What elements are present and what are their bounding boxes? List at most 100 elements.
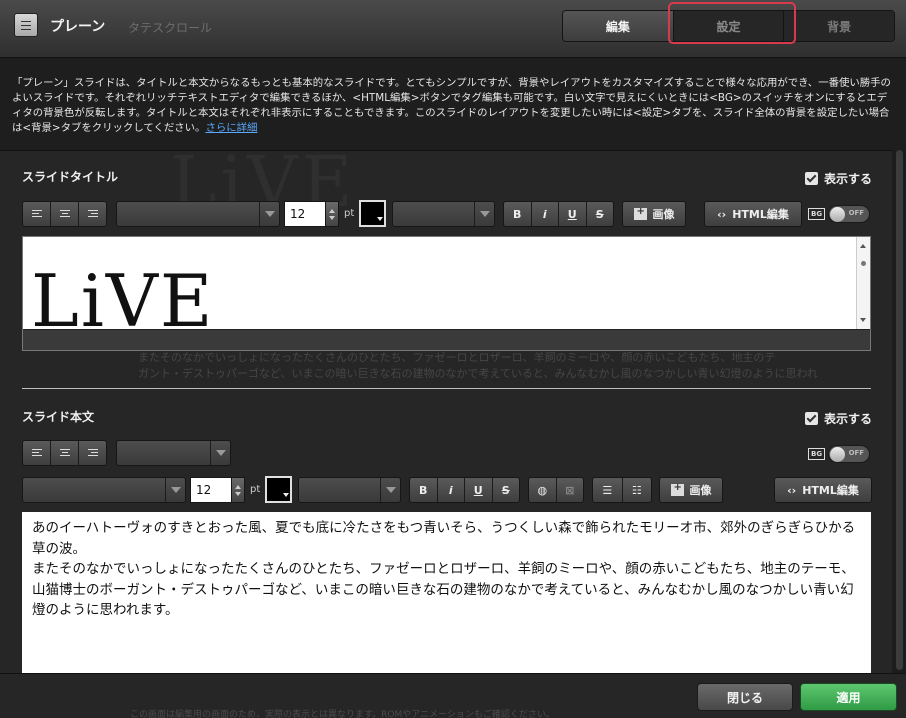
body-html-edit-button[interactable]: ‹› HTML編集 (774, 477, 872, 503)
section-divider (22, 388, 871, 389)
body-align-group (22, 440, 107, 466)
strikethrough-button[interactable]: S (587, 202, 614, 226)
body-font-select[interactable] (22, 477, 186, 503)
scroll-up-icon[interactable] (860, 241, 866, 248)
chevron-down-icon (259, 202, 279, 226)
title-align-group (22, 201, 107, 227)
more-details-link[interactable]: さらに詳細 (205, 122, 257, 134)
body-font-size-stepper[interactable] (231, 477, 245, 503)
title-editor-content[interactable]: LiVE (31, 265, 214, 337)
body-section-label: スライド本文 (22, 410, 95, 424)
chevron-down-icon (474, 202, 494, 226)
scroll-thumb[interactable] (861, 261, 866, 266)
slide-description: 「プレーン」スライドは、タイトルと本文からなるもっとも基本的なスライドです。とて… (0, 58, 906, 150)
body-paragraph[interactable]: あのイーハトーヴォのすきとおった風、夏でも底に冷たさをもつ青いそら、うつくしい森… (32, 518, 861, 559)
menu-icon[interactable] (14, 13, 38, 37)
switch-off-label: OFF (848, 209, 865, 217)
body-font-size-input[interactable]: 12 (190, 477, 232, 503)
title-editor-scrollbar[interactable] (856, 237, 870, 329)
body-image-button[interactable]: 画像 (659, 477, 723, 503)
background-slide-title: タテスクロール (128, 21, 213, 35)
title-show-checkbox[interactable]: 表示する (805, 170, 872, 187)
title-html-edit-button[interactable]: ‹› HTML編集 (704, 201, 802, 227)
align-right-icon (87, 449, 98, 457)
background-preview-line: またそのなかでいっしょになったたくさんのひとたち、ファゼーロとロザーロ、羊飼のミ… (138, 351, 776, 364)
title-font-size-stepper[interactable] (325, 201, 339, 227)
title-image-label: 画像 (652, 208, 675, 221)
link-button[interactable]: ◍ (529, 478, 557, 502)
panel-scrollbar[interactable] (893, 150, 906, 673)
title-style-select[interactable] (392, 201, 495, 227)
checkbox-checked-icon[interactable] (805, 412, 818, 425)
code-icon: ‹› (717, 207, 727, 221)
italic-button[interactable]: i (438, 478, 465, 502)
bold-button[interactable]: B (410, 478, 438, 502)
tab-background[interactable]: 背景 (784, 11, 894, 41)
editor-panel: LiVE またそのなかでいっしょになったたくさんのひとたち、ファゼーロとロザーロ… (0, 150, 892, 673)
align-center-icon (59, 210, 70, 218)
checkbox-checked-icon[interactable] (805, 172, 818, 185)
apply-button[interactable]: 適用 (800, 683, 897, 711)
align-left-icon (31, 449, 42, 457)
title-bg-toggle[interactable]: BG OFF (808, 205, 871, 223)
underline-button[interactable]: U (559, 202, 587, 226)
panel-scroll-thumb[interactable] (896, 150, 903, 670)
switch-knob (830, 207, 846, 222)
title-show-label: 表示する (824, 172, 873, 186)
bullet-list-icon: ☰ (602, 483, 613, 497)
align-center-button[interactable] (51, 202, 79, 226)
body-show-label: 表示する (824, 412, 873, 426)
title-font-select[interactable] (116, 201, 280, 227)
underline-button[interactable]: U (465, 478, 493, 502)
body-bg-toggle[interactable]: BG OFF (808, 445, 871, 463)
title-editor-status-bar (23, 329, 870, 350)
slide-type-title: プレーン (50, 19, 106, 35)
bold-button[interactable]: B (504, 202, 532, 226)
numbered-list-button[interactable]: ☷ (623, 478, 652, 502)
align-right-button[interactable] (79, 202, 106, 226)
strikethrough-button[interactable]: S (493, 478, 520, 502)
align-right-icon (87, 210, 98, 218)
body-paragraph[interactable]: またそのなかでいっしょになったたくさんのひとたち、ファゼーロとロザーロ、羊飼のミ… (32, 559, 861, 621)
align-center-icon (59, 449, 70, 457)
numbered-list-icon: ☷ (631, 483, 642, 497)
body-bg-switch[interactable]: OFF (828, 445, 871, 463)
body-show-checkbox[interactable]: 表示する (805, 410, 872, 427)
title-image-button[interactable]: 画像 (622, 201, 686, 227)
body-link-group: ◍ ⊠ (528, 477, 584, 503)
scroll-down-icon[interactable] (860, 318, 866, 325)
globe-icon: ◍ (537, 483, 548, 497)
title-text-color-swatch[interactable] (359, 200, 386, 227)
description-text: 「プレーン」スライドは、タイトルと本文からなるもっとも基本的なスライドです。とて… (12, 77, 891, 134)
align-left-button[interactable] (23, 441, 51, 465)
background-preview-line: ガント・デストゥパーゴなど、いまこの暗い巨きな石の建物のなかで考えていると、みん… (138, 367, 818, 380)
image-add-icon (633, 206, 647, 220)
body-format-group: B i U S (409, 477, 520, 503)
close-button[interactable]: 閉じる (697, 683, 793, 711)
title-bg-switch[interactable]: OFF (828, 205, 871, 223)
unlink-button[interactable]: ⊠ (557, 478, 584, 502)
tab-edit[interactable]: 編集 (563, 11, 673, 41)
switch-knob (830, 447, 846, 462)
bg-badge-icon: BG (808, 208, 826, 220)
italic-button[interactable]: i (532, 202, 559, 226)
title-rich-editor[interactable]: LiVE (22, 236, 871, 351)
align-left-button[interactable] (23, 202, 51, 226)
body-rich-editor[interactable]: あのイーハトーヴォのすきとおった風、夏でも底に冷たさをもつ青いそら、うつくしい森… (22, 512, 871, 673)
body-paragraph-select[interactable] (116, 440, 231, 466)
body-text-color-swatch[interactable] (265, 476, 292, 503)
bullet-list-button[interactable]: ☰ (593, 478, 623, 502)
chevron-down-icon (210, 441, 230, 465)
body-html-edit-label: HTML編集 (802, 484, 859, 497)
dialog-header: プレーン タテスクロール 編集 設定 背景 (0, 0, 906, 58)
body-style-select[interactable] (298, 477, 401, 503)
align-center-button[interactable] (51, 441, 79, 465)
body-list-group: ☰ ☷ (592, 477, 652, 503)
body-image-label: 画像 (689, 484, 712, 497)
title-font-size-input[interactable]: 12 (284, 201, 326, 227)
footer-background-note: この画面は編集用の画面のため、実際の表示とは異なります。ROMやアニメーションも… (130, 710, 555, 718)
align-right-button[interactable] (79, 441, 106, 465)
unlink-icon: ⊠ (565, 483, 575, 497)
body-font-size-unit: pt (250, 484, 261, 495)
switch-off-label: OFF (848, 449, 865, 457)
